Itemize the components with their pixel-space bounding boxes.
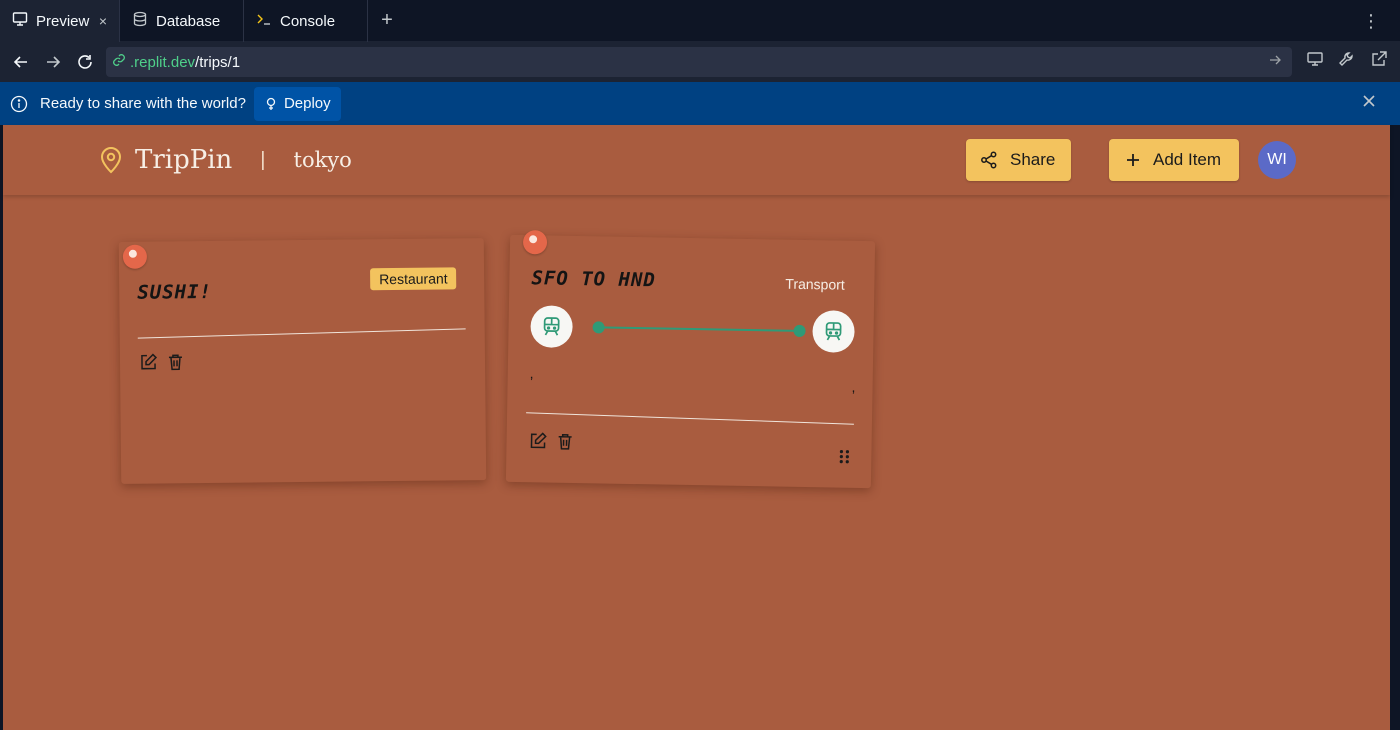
trash-icon[interactable] bbox=[555, 432, 574, 451]
monitor-icon bbox=[12, 11, 28, 31]
app-header: TripPin | tokyo Share Add Item WI bbox=[3, 125, 1390, 195]
card-actions bbox=[528, 431, 574, 451]
url-domain: .replit.dev bbox=[130, 53, 196, 71]
edit-icon[interactable] bbox=[139, 353, 158, 372]
forward-icon[interactable] bbox=[38, 47, 68, 77]
new-tab-button[interactable]: + bbox=[368, 0, 406, 41]
browser-tab-bar: Preview × Database Console + ⋮ bbox=[0, 0, 1400, 42]
link-icon bbox=[112, 53, 126, 71]
card-title: SFO TO HND bbox=[531, 267, 656, 292]
tab-database[interactable]: Database bbox=[120, 0, 244, 42]
separator: | bbox=[260, 148, 266, 171]
go-arrow-icon[interactable] bbox=[1268, 53, 1282, 71]
url-path: /trips/1 bbox=[195, 53, 241, 71]
divider bbox=[137, 328, 466, 339]
close-icon[interactable] bbox=[1362, 94, 1376, 113]
banner-text: Ready to share with the world? bbox=[40, 95, 246, 112]
deploy-banner: Ready to share with the world? Deploy bbox=[0, 82, 1400, 125]
deploy-icon bbox=[264, 97, 278, 111]
open-new-window-icon[interactable] bbox=[1370, 50, 1388, 73]
more-options-icon[interactable]: ⋮ bbox=[1362, 11, 1380, 31]
deploy-label: Deploy bbox=[283, 95, 331, 112]
map-pin-icon bbox=[99, 146, 123, 174]
trippin-app: TripPin | tokyo Share Add Item WI SUSHI!… bbox=[3, 125, 1390, 730]
info-icon bbox=[10, 95, 28, 113]
console-icon bbox=[256, 11, 272, 31]
route-line bbox=[598, 326, 799, 332]
share-icon bbox=[980, 151, 998, 169]
trip-name: tokyo bbox=[293, 148, 352, 172]
plus-icon bbox=[1125, 152, 1141, 168]
devices-icon[interactable] bbox=[1306, 50, 1324, 73]
tab-label: Preview bbox=[36, 12, 90, 30]
departure-detail: , bbox=[529, 365, 534, 382]
address-bar-actions bbox=[1306, 50, 1388, 73]
share-label: Share bbox=[1010, 150, 1056, 169]
divider bbox=[526, 412, 854, 425]
category-badge: Restaurant bbox=[370, 267, 457, 291]
edit-icon[interactable] bbox=[528, 431, 547, 450]
wrench-icon[interactable] bbox=[1338, 50, 1356, 73]
arrival-detail: , bbox=[851, 378, 856, 395]
drag-handle-icon[interactable] bbox=[838, 449, 850, 465]
deploy-button[interactable]: Deploy bbox=[253, 86, 341, 121]
reload-icon[interactable] bbox=[70, 47, 100, 77]
tab-console[interactable]: Console bbox=[244, 0, 368, 42]
pin-icon bbox=[522, 230, 548, 255]
train-icon bbox=[530, 305, 573, 348]
card-title: SUSHI! bbox=[137, 280, 213, 304]
brand-name: TripPin bbox=[135, 145, 233, 175]
card-actions bbox=[139, 352, 185, 371]
avatar[interactable]: WI bbox=[1258, 141, 1296, 179]
trash-icon[interactable] bbox=[166, 352, 185, 371]
pin-icon bbox=[122, 244, 148, 269]
database-icon bbox=[132, 11, 148, 31]
add-item-label: Add Item bbox=[1153, 150, 1222, 169]
tab-label: Console bbox=[280, 12, 336, 30]
tab-label: Database bbox=[156, 12, 221, 30]
address-bar: .replit.dev /trips/1 bbox=[0, 42, 1400, 82]
back-icon[interactable] bbox=[6, 47, 36, 77]
route-end-dot bbox=[793, 324, 806, 338]
tab-preview[interactable]: Preview × bbox=[0, 0, 120, 42]
url-input[interactable]: .replit.dev /trips/1 bbox=[106, 47, 1292, 77]
train-icon bbox=[812, 310, 855, 353]
brand[interactable]: TripPin | tokyo bbox=[99, 145, 352, 175]
share-button[interactable]: Share bbox=[966, 139, 1071, 181]
item-card[interactable]: SFO TO HND Transport , , bbox=[505, 230, 876, 489]
add-item-button[interactable]: Add Item bbox=[1109, 139, 1239, 181]
category-label: Transport bbox=[785, 275, 845, 293]
item-card[interactable]: SUSHI! Restaurant bbox=[118, 238, 487, 484]
close-icon[interactable]: × bbox=[99, 13, 107, 29]
